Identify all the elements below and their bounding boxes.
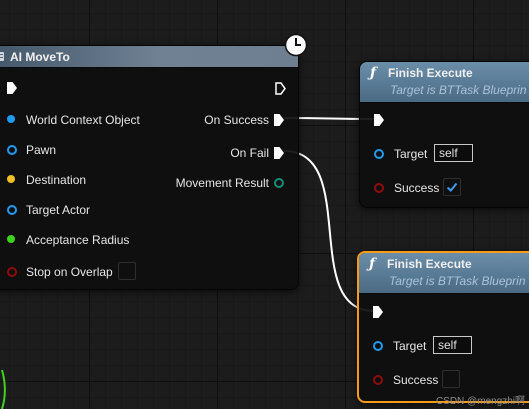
object-pin-icon[interactable] [7, 145, 17, 155]
pin-movement-result[interactable]: Movement Result [129, 175, 289, 191]
pin-label: Target [394, 147, 428, 161]
pin-label: Destination [26, 173, 87, 187]
exec-out-pin[interactable] [275, 82, 286, 95]
node-subtitle: Target is BTTask Blueprin [390, 83, 527, 97]
finish-execute-node[interactable]: ƒ Finish Execute Target is BTTask Bluepr… [359, 61, 529, 208]
exec-pin-icon[interactable] [274, 114, 284, 126]
node-title: Finish Execute [388, 66, 473, 80]
pin-acceptance-radius[interactable]: Acceptance Radius [5, 232, 165, 248]
object-pin-icon[interactable] [7, 205, 17, 215]
pin-label: On Fail [230, 146, 269, 160]
pin-target-actor[interactable]: Target Actor [5, 202, 165, 218]
function-icon: ƒ [369, 256, 376, 272]
clock-icon [284, 33, 308, 57]
object-pin-icon[interactable] [7, 115, 15, 123]
pin-label: Pawn [26, 143, 57, 157]
node-subtitle: Target is BTTask Blueprin [389, 274, 526, 288]
pin-label: Success [393, 373, 439, 387]
finish-execute-node-selected[interactable]: ƒ Finish Execute Target is BTTask Bluepr… [357, 251, 529, 403]
success-checkbox[interactable] [442, 370, 460, 388]
object-pin-icon[interactable] [374, 149, 384, 159]
node-header[interactable]: ƒ Finish Execute Target is BTTask Bluepr… [360, 62, 529, 103]
float-pin-icon[interactable] [7, 235, 15, 243]
target-input[interactable]: self [433, 336, 472, 354]
pin-label: Movement Result [175, 176, 269, 190]
pin-label: Target Actor [26, 203, 91, 217]
bool-pin-icon[interactable] [7, 267, 17, 277]
object-pin-icon[interactable] [373, 341, 383, 351]
function-icon [0, 52, 4, 61]
pin-label: On Success [204, 113, 269, 127]
node-title: AI MoveTo [10, 50, 70, 64]
node-header[interactable]: ƒ Finish Execute Target is BTTask Bluepr… [359, 253, 529, 294]
watermark: CSDN @mengzhi啊 [435, 396, 525, 407]
node-header[interactable]: AI MoveTo [0, 46, 298, 68]
pin-label: Success [394, 181, 440, 195]
node-title: Finish Execute [387, 257, 472, 271]
vector-pin-icon[interactable] [7, 175, 15, 183]
enum-pin-icon[interactable] [274, 178, 284, 188]
pin-on-fail[interactable]: On Fail [189, 145, 289, 161]
pin-label: Acceptance Radius [26, 233, 130, 247]
stop-on-overlap-checkbox[interactable] [118, 262, 136, 280]
wire-partial [1, 370, 6, 409]
pin-pawn[interactable]: Pawn [5, 142, 165, 158]
pin-world-context-object[interactable]: World Context Object [5, 112, 165, 128]
pin-on-success[interactable]: On Success [189, 112, 289, 128]
exec-in-pin[interactable] [7, 82, 17, 94]
target-input[interactable]: self [434, 144, 473, 162]
pin-label: Stop on Overlap [26, 265, 113, 279]
pin-success[interactable]: Success [371, 372, 481, 388]
pin-label: World Context Object [26, 113, 140, 127]
pin-label: Target [393, 339, 427, 353]
pin-success[interactable]: Success [372, 180, 482, 196]
success-checkbox[interactable] [443, 178, 461, 196]
ai-moveto-node[interactable]: AI MoveTo World Context Object Pawn Dest… [0, 45, 299, 290]
bool-pin-icon[interactable] [374, 183, 384, 193]
function-icon: ƒ [370, 65, 377, 81]
bool-pin-icon[interactable] [373, 375, 383, 385]
exec-pin-icon[interactable] [274, 147, 284, 159]
checkmark-icon [446, 182, 458, 192]
exec-in-pin[interactable] [374, 114, 384, 126]
exec-in-pin[interactable] [373, 306, 383, 318]
